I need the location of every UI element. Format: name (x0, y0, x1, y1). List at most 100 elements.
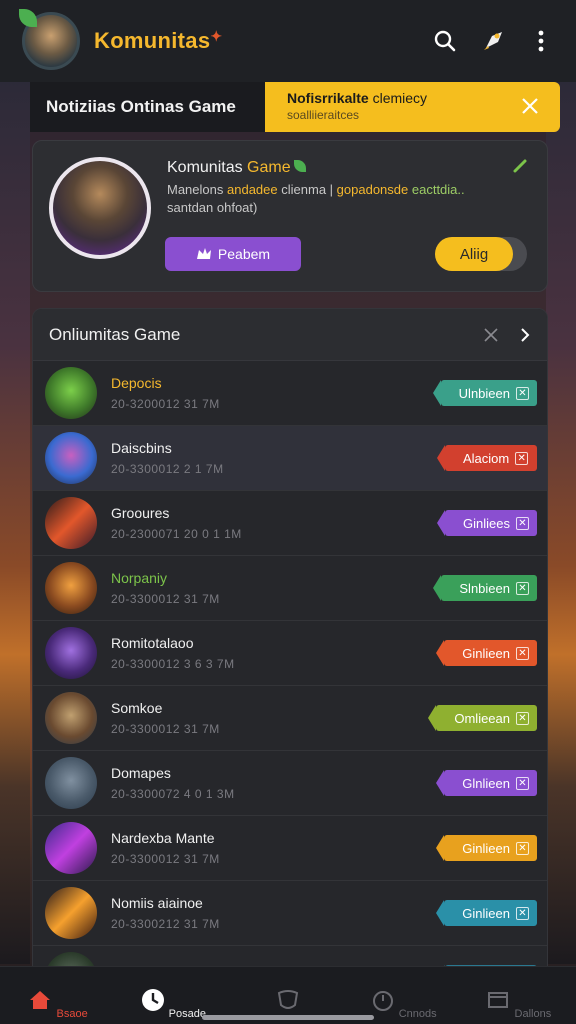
profile-card: Komunitas Game Manelons andadee clienma … (32, 140, 548, 292)
nav-item-dallons[interactable]: Dallons (468, 987, 568, 1020)
game-avatar[interactable] (45, 692, 97, 744)
leaf-icon (19, 9, 37, 27)
status-tag[interactable]: Omlieean ✕ (428, 705, 537, 731)
status-tag-label: Slnbieen (459, 580, 510, 596)
game-avatar[interactable] (45, 757, 97, 809)
list-item-meta: Somkoe 20-3300012 31 7M (111, 700, 220, 736)
list-item-name: Daiscbins (111, 440, 172, 456)
list-item-time: 20-2300071 20 0 1 1M (111, 527, 242, 541)
game-avatar[interactable] (45, 627, 97, 679)
community-list-panel: Onliumitas Game Depocis 20-3200012 31 7M… (32, 308, 548, 988)
game-avatar[interactable] (45, 887, 97, 939)
more-vertical-icon[interactable] (528, 28, 554, 54)
game-avatar[interactable] (45, 497, 97, 549)
clock-icon (141, 989, 164, 1011)
list-header: Onliumitas Game (33, 309, 547, 361)
app-title: Komunitas✦ (94, 28, 223, 53)
game-avatar[interactable] (45, 367, 97, 419)
list-item[interactable]: Grooures 20-2300071 20 0 1 1M Ginliees ✕ (33, 491, 547, 556)
status-tag-label: Ginliees (463, 515, 510, 531)
home-indicator[interactable] (202, 1015, 374, 1020)
close-icon[interactable]: ✕ (515, 516, 529, 530)
notification-strip: Notiziias Ontinas Game Nofisrrikalte cle… (30, 82, 560, 132)
edit-icon[interactable] (511, 157, 529, 175)
rocket-icon[interactable] (480, 28, 506, 54)
close-icon[interactable]: ✕ (516, 906, 529, 920)
leaf-icon (293, 160, 306, 172)
profile-name: Komunitas Game (167, 159, 306, 177)
close-icon[interactable]: ✕ (516, 711, 529, 725)
list-item-name: Domapes (111, 765, 171, 781)
status-tag-label: Glnlieen (462, 775, 510, 791)
list-item[interactable]: Norpaniy 20-3300012 31 7M Slnbieen ✕ (33, 556, 547, 621)
game-avatar[interactable] (45, 822, 97, 874)
profile-description: Manelons andadee clienma | gopadonsde ea… (167, 182, 465, 215)
close-icon[interactable] (483, 327, 499, 343)
status-toggle[interactable]: Aliig (435, 237, 527, 271)
close-icon[interactable]: ✕ (516, 776, 529, 790)
profile-avatar[interactable] (49, 157, 151, 259)
list-item[interactable]: Daiscbins 20-3300012 2 1 7M Alaciom ✕ (33, 426, 547, 491)
background-left (0, 80, 30, 964)
app-avatar[interactable] (19, 9, 80, 70)
list-item-meta: Norpaniy 20-3300012 31 7M (111, 570, 220, 606)
shield-icon (277, 990, 299, 1009)
list-item-meta: Nomiis aiainoe 20-3300212 31 7M (111, 895, 220, 931)
close-icon[interactable]: ✕ (516, 581, 529, 595)
chevron-right-icon[interactable] (519, 327, 531, 343)
crown-icon (196, 248, 211, 259)
status-tag-label: Ulnbieen (458, 385, 510, 401)
status-tag[interactable]: Ulnbieen ✕ (432, 380, 537, 406)
status-tag[interactable]: Ginlieen ✕ (436, 640, 537, 666)
status-tag[interactable]: Alaciom ✕ (437, 445, 537, 471)
list-item[interactable]: Depocis 20-3200012 31 7M Ulnbieen ✕ (33, 361, 547, 426)
list-item-time: 20-3300012 3 6 3 7M (111, 657, 235, 671)
status-tag[interactable]: Slnbieen ✕ (433, 575, 537, 601)
status-tag-label: Alaciom (463, 450, 510, 466)
list-item[interactable]: Somkoe 20-3300012 31 7M Omlieean ✕ (33, 686, 547, 751)
list-item-time: 20-3200012 31 7M (111, 397, 220, 411)
status-tag[interactable]: Ginlieen ✕ (436, 900, 537, 926)
list-item-meta: Nardexba Mante 20-3300012 31 7M (111, 830, 220, 866)
list-item-meta: Daiscbins 20-3300012 2 1 7M (111, 440, 224, 476)
list-item-name: Norpaniy (111, 570, 168, 586)
notification-banner[interactable]: Nofisrrikalte clemiecy soalliieraitces (265, 82, 560, 132)
status-tag-label: Ginlieen (462, 905, 510, 921)
list-item-meta: Depocis 20-3200012 31 7M (111, 375, 220, 411)
status-tag-label: Ginlieen (462, 840, 510, 856)
status-tag-label: Omlieean (454, 710, 510, 726)
game-avatar[interactable] (45, 562, 97, 614)
close-icon[interactable]: ✕ (516, 841, 529, 855)
status-tag-label: Ginlieen (462, 645, 510, 661)
status-tag[interactable]: Ginliees ✕ (437, 510, 537, 536)
list-rows: Depocis 20-3200012 31 7M Ulnbieen ✕ Dais… (33, 361, 547, 987)
home-icon (30, 991, 51, 1009)
list-item[interactable]: Domapes 20-3300072 4 0 1 3M Glnlieen ✕ (33, 751, 547, 816)
status-tag[interactable]: Ginlieen ✕ (436, 835, 537, 861)
list-item-time: 20-3300012 31 7M (111, 852, 220, 866)
list-item-name: Grooures (111, 505, 170, 521)
top-bar: Komunitas✦ (0, 0, 576, 82)
window-icon (488, 992, 509, 1008)
list-item-meta: Domapes 20-3300072 4 0 1 3M (111, 765, 235, 801)
list-item[interactable]: Nomiis aiainoe 20-3300212 31 7M Ginlieen… (33, 881, 547, 946)
game-avatar[interactable] (45, 432, 97, 484)
list-item-time: 20-3300012 31 7M (111, 722, 220, 736)
close-icon[interactable]: ✕ (515, 451, 529, 465)
nav-item-home[interactable]: Bsaoe (8, 987, 108, 1020)
status-tag[interactable]: Glnlieen ✕ (436, 770, 537, 796)
list-item-time: 20-3300012 2 1 7M (111, 462, 224, 476)
search-icon[interactable] (432, 28, 458, 54)
list-item[interactable]: Nardexba Mante 20-3300012 31 7M Ginlieen… (33, 816, 547, 881)
list-item-time: 20-3300012 31 7M (111, 592, 220, 606)
list-item[interactable]: Romitotalaoo 20-3300012 3 6 3 7M Ginliee… (33, 621, 547, 686)
close-icon[interactable]: ✕ (516, 646, 529, 660)
list-item-time: 20-3300072 4 0 1 3M (111, 787, 235, 801)
close-icon[interactable]: ✕ (516, 386, 529, 400)
list-title: Onliumitas Game (49, 324, 181, 344)
list-item-name: Depocis (111, 375, 162, 391)
list-item-meta: Romitotalaoo 20-3300012 3 6 3 7M (111, 635, 235, 671)
follow-button[interactable]: Peabem (165, 237, 301, 271)
notification-section-title: Notiziias Ontinas Game (30, 82, 265, 132)
close-icon[interactable] (518, 94, 542, 118)
